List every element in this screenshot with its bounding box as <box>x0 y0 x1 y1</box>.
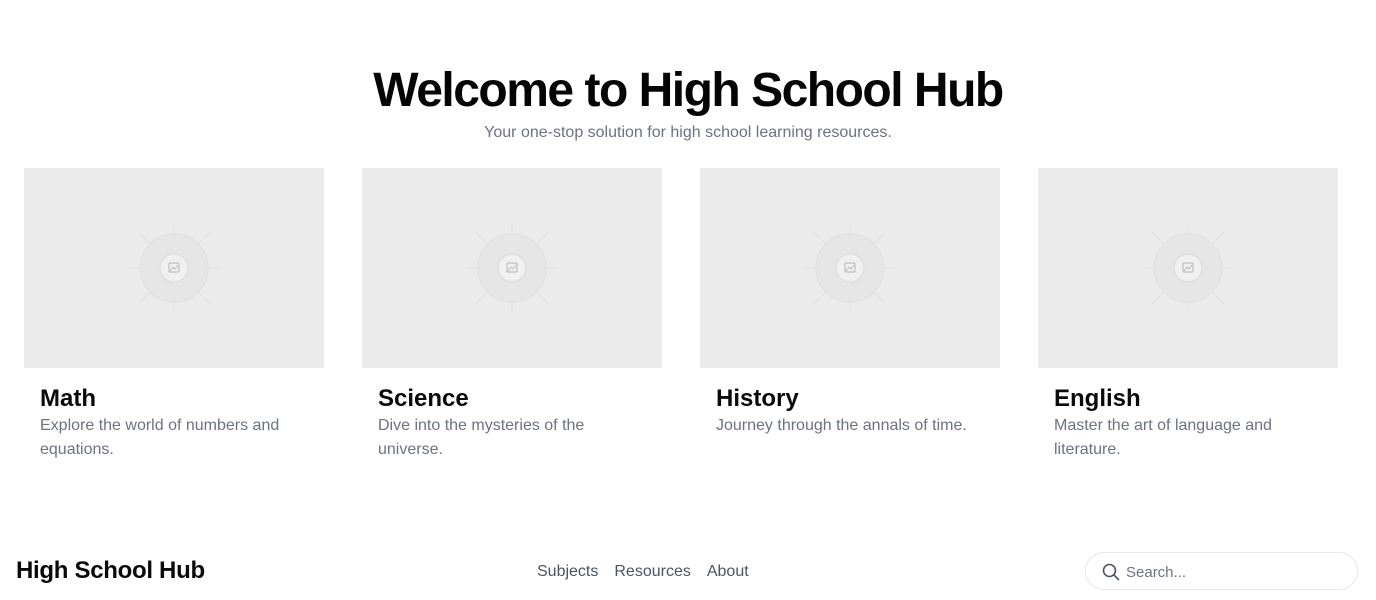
search-icon <box>1102 563 1120 581</box>
card-image <box>24 168 324 368</box>
subject-card-english[interactable]: English Master the art of language and l… <box>1038 168 1338 462</box>
card-title: English <box>1054 385 1141 412</box>
search-input[interactable] <box>1126 561 1346 583</box>
subject-card-math[interactable]: Math Explore the world of numbers and eq… <box>24 168 324 462</box>
nav-link-about[interactable]: About <box>707 562 749 582</box>
card-image <box>1038 168 1338 368</box>
hero-section: Welcome to High School Hub Your one-stop… <box>0 62 1376 144</box>
card-description: Dive into the mysteries of the universe. <box>378 417 585 458</box>
card-description: Explore the world of numbers and equatio… <box>40 417 280 458</box>
page-subtitle: Your one-stop solution for high school l… <box>484 124 892 141</box>
nav-link-resources[interactable]: Resources <box>614 562 690 582</box>
card-image <box>362 168 662 368</box>
card-body: English Master the art of language and l… <box>1038 368 1338 462</box>
card-title: History <box>716 385 799 412</box>
page-title: Welcome to High School Hub <box>373 64 1004 117</box>
card-image <box>700 168 1000 368</box>
brand-logo[interactable]: High School Hub <box>16 556 205 586</box>
nav-link-subjects[interactable]: Subjects <box>537 562 598 582</box>
card-body: Science Dive into the mysteries of the u… <box>362 368 662 462</box>
image-placeholder-icon <box>805 223 895 313</box>
card-body: History Journey through the annals of ti… <box>700 368 1000 438</box>
subject-cards: Math Explore the world of numbers and eq… <box>24 168 1338 478</box>
image-placeholder-icon <box>467 223 557 313</box>
card-description: Master the art of language and literatur… <box>1054 417 1272 458</box>
image-placeholder-icon <box>129 223 219 313</box>
nav-links: Subjects Resources About <box>537 562 749 582</box>
subject-card-history[interactable]: History Journey through the annals of ti… <box>700 168 1000 438</box>
subject-card-science[interactable]: Science Dive into the mysteries of the u… <box>362 168 662 462</box>
navbar: High School Hub Subjects Resources About <box>0 548 1376 596</box>
card-title: Math <box>40 385 96 412</box>
card-title: Science <box>378 385 469 412</box>
card-body: Math Explore the world of numbers and eq… <box>24 368 324 462</box>
page: Welcome to High School Hub Your one-stop… <box>0 0 1376 600</box>
image-placeholder-icon <box>1143 223 1233 313</box>
card-description: Journey through the annals of time. <box>716 417 967 434</box>
search-box[interactable] <box>1085 552 1358 590</box>
